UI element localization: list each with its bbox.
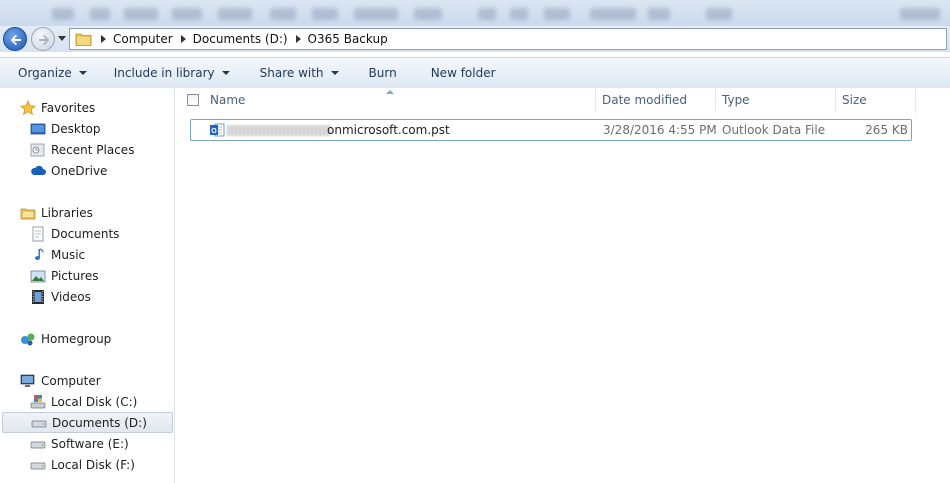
breadcrumb-separator-icon[interactable] xyxy=(101,35,106,43)
breadcrumb-o365-backup[interactable]: O365 Backup xyxy=(308,32,388,46)
file-name: onmicrosoft.com.pst xyxy=(327,123,450,137)
nav-computer[interactable]: Computer xyxy=(0,370,194,391)
column-headers: Name Date modified Type Size xyxy=(175,88,950,113)
column-header-size[interactable]: Size xyxy=(836,88,916,113)
navigation-pane: Favorites Desktop Recent Places OneDrive… xyxy=(0,88,175,483)
nav-local-disk-f[interactable]: Local Disk (F:) xyxy=(0,454,204,475)
nav-local-disk-c[interactable]: Local Disk (C:) xyxy=(0,391,204,412)
include-in-library-label: Include in library xyxy=(113,66,215,80)
organize-button[interactable]: Organize xyxy=(0,58,96,88)
new-folder-label: New folder xyxy=(430,66,496,80)
nav-music-label: Music xyxy=(51,247,86,262)
nav-local-disk-f-label: Local Disk (F:) xyxy=(51,457,135,472)
svg-text:O: O xyxy=(211,128,217,135)
nav-videos[interactable]: Videos xyxy=(0,286,204,307)
nav-homegroup-label: Homegroup xyxy=(41,331,112,346)
file-type: Outlook Data File xyxy=(722,123,826,137)
share-with-button[interactable]: Share with xyxy=(251,58,348,88)
computer-icon xyxy=(20,373,36,389)
file-list: Name Date modified Type Size O onmicroso… xyxy=(175,88,950,483)
column-date-label: Date modified xyxy=(602,93,688,107)
column-type-label: Type xyxy=(722,93,750,107)
nav-desktop[interactable]: Desktop xyxy=(0,118,204,139)
command-bar: Organize Include in library Share with B… xyxy=(0,57,950,89)
nav-favorites-label: Favorites xyxy=(41,100,96,115)
nav-documents-d[interactable]: Documents (D:) xyxy=(2,412,173,433)
music-note-icon xyxy=(30,247,46,263)
file-row[interactable]: O onmicrosoft.com.pst 3/28/2016 4:55 PM … xyxy=(190,119,912,141)
nav-music[interactable]: Music xyxy=(0,244,204,265)
nav-libraries-label: Libraries xyxy=(41,205,93,220)
burn-button[interactable]: Burn xyxy=(360,58,406,88)
nav-pictures[interactable]: Pictures xyxy=(0,265,204,286)
nav-software-e[interactable]: Software (E:) xyxy=(0,433,204,454)
chevron-down-icon xyxy=(221,71,230,75)
column-size-label: Size xyxy=(842,93,867,107)
nav-documents-label: Documents xyxy=(51,226,120,241)
redacted-filename-prefix xyxy=(227,125,331,136)
documents-icon xyxy=(30,226,46,242)
breadcrumb-computer[interactable]: Computer xyxy=(113,32,173,46)
include-in-library-button[interactable]: Include in library xyxy=(105,58,239,88)
hard-drive-icon xyxy=(30,457,46,473)
desktop-icon xyxy=(30,121,46,137)
navigation-row: Computer Documents (D:) O365 Backup xyxy=(0,26,950,52)
folder-icon xyxy=(75,33,92,46)
nav-desktop-label: Desktop xyxy=(51,121,101,136)
system-drive-icon xyxy=(30,394,46,410)
recent-places-icon xyxy=(30,142,46,158)
breadcrumb-documents-d[interactable]: Documents (D:) xyxy=(193,32,288,46)
nav-documents[interactable]: Documents xyxy=(0,223,204,244)
nav-homegroup[interactable]: Homegroup xyxy=(0,328,194,349)
burn-label: Burn xyxy=(368,66,397,80)
nav-documents-d-label: Documents (D:) xyxy=(52,415,147,430)
forward-button[interactable] xyxy=(31,27,55,51)
nav-favorites[interactable]: Favorites xyxy=(0,97,194,118)
column-header-type[interactable]: Type xyxy=(716,88,836,113)
homegroup-icon xyxy=(20,331,36,347)
breadcrumb-separator-icon[interactable] xyxy=(295,35,301,43)
organize-label: Organize xyxy=(18,66,72,80)
select-all-checkbox[interactable] xyxy=(187,94,199,106)
outlook-pst-icon: O xyxy=(210,123,225,137)
share-with-label: Share with xyxy=(259,66,324,80)
nav-onedrive[interactable]: OneDrive xyxy=(0,160,204,181)
back-arrow-icon xyxy=(10,34,21,46)
nav-libraries[interactable]: Libraries xyxy=(0,202,194,223)
file-size: 265 KB xyxy=(865,123,908,137)
nav-pictures-label: Pictures xyxy=(51,268,99,283)
onedrive-cloud-icon xyxy=(30,163,46,179)
column-header-name[interactable]: Name xyxy=(204,88,596,113)
sort-ascending-icon xyxy=(386,90,394,94)
address-bar[interactable]: Computer Documents (D:) O365 Backup xyxy=(69,28,947,50)
new-folder-button[interactable]: New folder xyxy=(422,58,505,88)
column-name-label: Name xyxy=(210,93,246,107)
menu-strip-blurred xyxy=(0,0,950,26)
back-button[interactable] xyxy=(3,27,27,51)
nav-videos-label: Videos xyxy=(51,289,91,304)
column-header-date-modified[interactable]: Date modified xyxy=(596,88,716,113)
chevron-down-icon xyxy=(330,71,339,75)
nav-computer-label: Computer xyxy=(41,373,101,388)
star-icon xyxy=(20,99,36,116)
breadcrumb-separator-icon[interactable] xyxy=(180,35,186,43)
nav-software-e-label: Software (E:) xyxy=(51,436,129,451)
hard-drive-icon xyxy=(30,436,46,452)
libraries-icon xyxy=(20,205,36,221)
recent-pages-dropdown[interactable] xyxy=(58,36,66,41)
film-strip-icon xyxy=(30,289,46,305)
nav-recent-places-label: Recent Places xyxy=(51,142,135,157)
hard-drive-icon xyxy=(31,415,47,431)
file-date-modified: 3/28/2016 4:55 PM xyxy=(603,123,717,137)
nav-onedrive-label: OneDrive xyxy=(51,163,108,178)
chevron-down-icon xyxy=(78,71,87,75)
pictures-icon xyxy=(30,268,46,284)
forward-arrow-icon xyxy=(39,34,50,46)
nav-recent-places[interactable]: Recent Places xyxy=(0,139,204,160)
nav-local-disk-c-label: Local Disk (C:) xyxy=(51,394,138,409)
